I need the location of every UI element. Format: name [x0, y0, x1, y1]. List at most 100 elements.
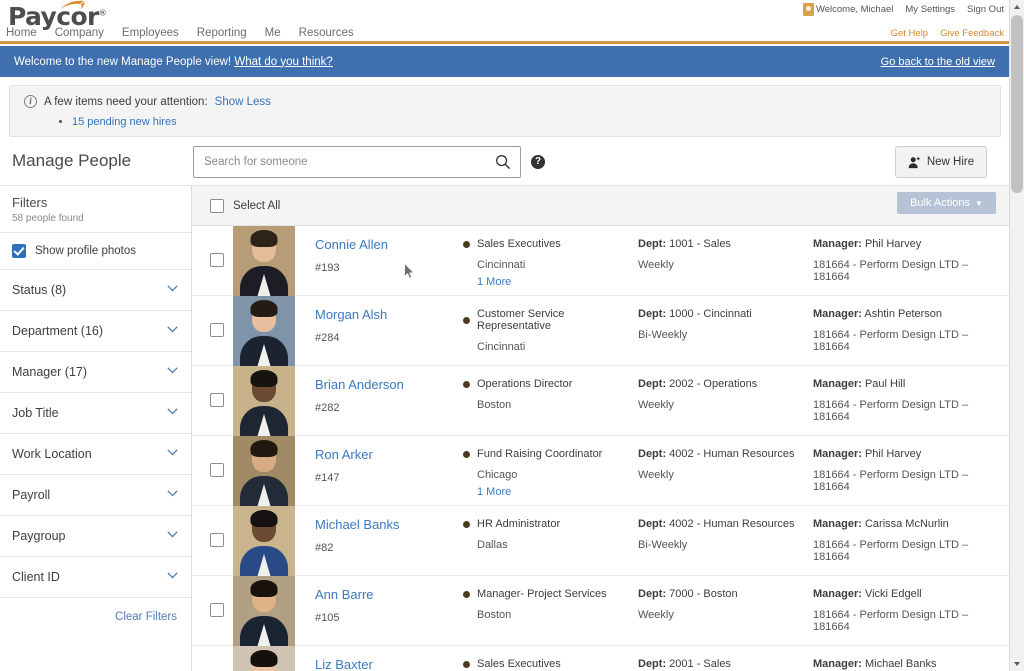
- table-row[interactable]: Ann Barre#105Manager- Project ServicesBo…: [192, 576, 1009, 646]
- help-icon[interactable]: ?: [531, 155, 545, 169]
- select-all-checkbox[interactable]: [210, 199, 224, 213]
- table-row[interactable]: Brian Anderson#282Operations DirectorBos…: [192, 366, 1009, 436]
- employee-department: Dept: 2001 - Sales: [638, 646, 813, 671]
- table-row[interactable]: Connie Allen#193Sales ExecutivesCincinna…: [192, 226, 1009, 296]
- employee-manager: Manager: Vicki Edgell181664 - Perform De…: [813, 576, 1009, 633]
- more-link[interactable]: 1 More: [477, 276, 638, 288]
- employee-name-link[interactable]: Ron Arker: [315, 447, 463, 463]
- chevron-down-icon: [167, 531, 178, 538]
- mouse-cursor-icon: [404, 263, 415, 279]
- avatar: [233, 226, 295, 296]
- table-row[interactable]: Morgan Alsh#284Customer Service Represen…: [192, 296, 1009, 366]
- page-scrollbar[interactable]: [1009, 0, 1024, 671]
- scrollbar-thumb[interactable]: [1011, 15, 1023, 193]
- dept-value: 2001 - Sales: [669, 658, 731, 670]
- employee-department: Dept: 1000 - CincinnatiBi-Weekly: [638, 296, 813, 341]
- nav-item-home[interactable]: Home: [6, 27, 37, 39]
- employee-name-link[interactable]: Morgan Alsh: [315, 307, 463, 323]
- table-row[interactable]: Michael Banks#82HR AdministratorDallasDe…: [192, 506, 1009, 576]
- chevron-down-icon: [167, 572, 178, 579]
- employee-identity: Connie Allen#193: [295, 226, 463, 274]
- scroll-down-arrow-icon[interactable]: [1010, 657, 1024, 671]
- row-checkbox[interactable]: [210, 323, 224, 337]
- sidebar-filter-manager[interactable]: Manager (17): [0, 352, 191, 393]
- dept-label: Dept:: [638, 448, 666, 460]
- row-checkbox[interactable]: [210, 603, 224, 617]
- select-all-label: Select All: [233, 200, 280, 212]
- dept-value: 4002 - Human Resources: [669, 448, 794, 460]
- sidebar-filter-status[interactable]: Status (8): [0, 270, 191, 311]
- employee-job: Manager- Project ServicesBoston: [463, 576, 638, 621]
- manager-label: Manager:: [813, 378, 862, 390]
- manager-value: Phil Harvey: [865, 238, 921, 250]
- work-location: Chicago: [477, 469, 638, 481]
- employee-name-link[interactable]: Liz Baxter: [315, 657, 463, 671]
- employee-job: Operations DirectorBoston: [463, 366, 638, 411]
- table-row[interactable]: Ron Arker#147Fund Raising CoordinatorChi…: [192, 436, 1009, 506]
- employee-identity: Brian Anderson#282: [295, 366, 463, 414]
- client-id: 181664 - Perform Design LTD – 181664: [813, 469, 997, 493]
- sidebar-filter-job-title[interactable]: Job Title: [0, 393, 191, 434]
- banner-right: Go back to the old view: [881, 56, 995, 68]
- employee-name-link[interactable]: Brian Anderson: [315, 377, 463, 393]
- list-header: Select All Bulk Actions ▼: [192, 186, 1009, 226]
- sidebar-filter-payroll[interactable]: Payroll: [0, 475, 191, 516]
- employee-department: Dept: 1001 - SalesWeekly: [638, 226, 813, 271]
- get-help-link[interactable]: Get Help: [891, 28, 929, 39]
- nav-item-company[interactable]: Company: [55, 27, 104, 39]
- employee-job: Fund Raising CoordinatorChicago1 More: [463, 436, 638, 498]
- avatar: [233, 366, 295, 436]
- alert-text: A few items need your attention:: [44, 96, 208, 108]
- go-back-old-view-link[interactable]: Go back to the old view: [881, 56, 995, 68]
- show-photos-checkbox[interactable]: [12, 244, 26, 258]
- banner-feedback-link[interactable]: What do you think?: [234, 56, 332, 68]
- dept-label: Dept:: [638, 378, 666, 390]
- pending-new-hires-link[interactable]: 15 pending new hires: [72, 116, 177, 128]
- search-icon[interactable]: [495, 154, 511, 170]
- employee-job: HR AdministratorDallas: [463, 506, 638, 551]
- sidebar-filter-department[interactable]: Department (16): [0, 311, 191, 352]
- search-input[interactable]: [204, 147, 484, 177]
- give-feedback-link[interactable]: Give Feedback: [940, 28, 1004, 39]
- row-checkbox[interactable]: [210, 533, 224, 547]
- show-profile-photos-toggle[interactable]: Show profile photos: [0, 233, 191, 270]
- clear-filters-link[interactable]: Clear Filters: [0, 598, 191, 623]
- filters-header: Filters 58 people found: [0, 186, 191, 233]
- sidebar-filter-work-location[interactable]: Work Location: [0, 434, 191, 475]
- main-navigation[interactable]: Home Company Employees Reporting Me Reso…: [6, 27, 354, 39]
- search-box[interactable]: [193, 146, 521, 178]
- show-less-link[interactable]: Show Less: [215, 96, 271, 108]
- sidebar-filter-paygroup[interactable]: Paygroup: [0, 516, 191, 557]
- dept-label: Dept:: [638, 658, 666, 670]
- row-checkbox[interactable]: [210, 253, 224, 267]
- employee-name-link[interactable]: Michael Banks: [315, 517, 463, 533]
- dept-label: Dept:: [638, 518, 666, 530]
- people-list: Select All Bulk Actions ▼ Connie Allen#1…: [192, 185, 1009, 671]
- dept-value: 1000 - Cincinnati: [669, 308, 752, 320]
- chevron-down-icon: [167, 367, 178, 374]
- new-hire-button[interactable]: New Hire: [895, 146, 987, 178]
- employee-name-link[interactable]: Connie Allen: [315, 237, 463, 253]
- nav-item-employees[interactable]: Employees: [122, 27, 179, 39]
- status-dot-icon: [463, 381, 470, 388]
- more-link[interactable]: 1 More: [477, 486, 638, 498]
- employee-name-link[interactable]: Ann Barre: [315, 587, 463, 603]
- row-checkbox[interactable]: [210, 393, 224, 407]
- help-links: Get Help Give Feedback: [891, 28, 1004, 39]
- avatar: [233, 646, 295, 671]
- sign-out-link[interactable]: Sign Out: [967, 4, 1004, 15]
- status-dot-icon: [463, 591, 470, 598]
- nav-item-resources[interactable]: Resources: [299, 27, 354, 39]
- nav-item-me[interactable]: Me: [265, 27, 281, 39]
- employee-manager: Manager: Carissa McNurlin181664 - Perfor…: [813, 506, 1009, 563]
- work-location: Boston: [477, 399, 638, 411]
- client-id: 181664 - Perform Design LTD – 181664: [813, 399, 997, 423]
- sidebar-filter-client-id[interactable]: Client ID: [0, 557, 191, 598]
- nav-item-reporting[interactable]: Reporting: [197, 27, 247, 39]
- table-row[interactable]: Liz BaxterSales ExecutivesDept: 2001 - S…: [192, 646, 1009, 671]
- select-all-control[interactable]: Select All: [210, 199, 280, 213]
- my-settings-link[interactable]: My Settings: [905, 4, 955, 15]
- row-checkbox[interactable]: [210, 463, 224, 477]
- bulk-actions-button[interactable]: Bulk Actions ▼: [897, 192, 996, 214]
- scroll-up-arrow-icon[interactable]: [1010, 0, 1024, 14]
